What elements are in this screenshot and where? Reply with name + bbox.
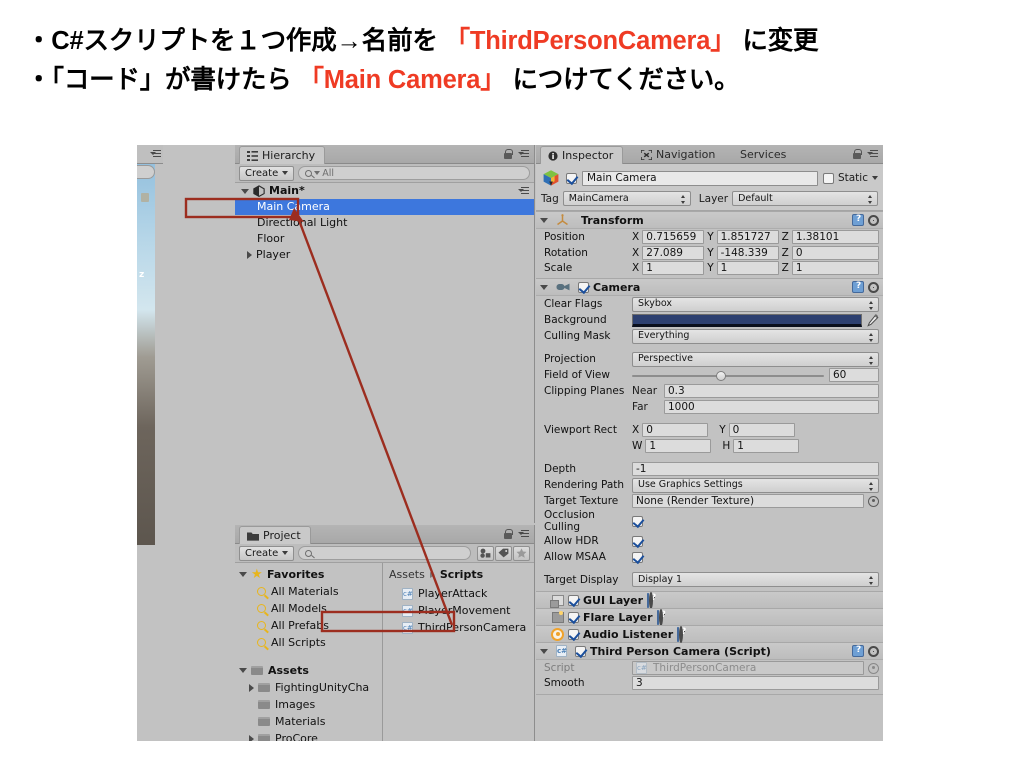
annotation-layer [184,197,456,633]
annotation-arrow-line [295,214,454,626]
annotation-box-main-camera [184,197,300,219]
annotation-box-thirdpersoncamera-asset [320,610,456,633]
annotation-arrow-head [289,208,304,222]
